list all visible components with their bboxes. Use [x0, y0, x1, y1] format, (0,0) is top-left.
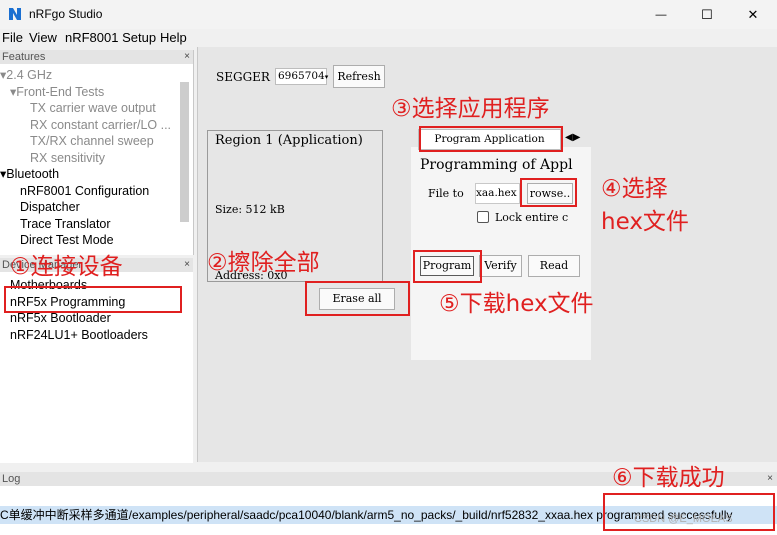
lock-entire-label: Lock entire c [495, 211, 569, 224]
refresh-button[interactable]: Refresh [333, 65, 385, 88]
device-manager-close-icon[interactable]: × [184, 258, 190, 272]
window-title: nRFgo Studio [29, 7, 103, 21]
highlight-nrf5x-programming [4, 286, 182, 313]
menu-bar: File View nRF8001 Setup Help [0, 29, 777, 47]
minimize-icon: — [655, 8, 667, 21]
segger-serial-value: 6965704 [278, 70, 325, 82]
tab-scroll-arrows-icon[interactable]: ◀▶ [565, 132, 580, 143]
features-scrollbar[interactable] [180, 82, 189, 222]
dropdown-arrow-icon: ▾ [324, 74, 329, 81]
highlight-program-application-tab [419, 126, 563, 152]
close-button[interactable]: ✕ [730, 0, 776, 29]
annotation-select-hex-line2: hex文件 [601, 209, 689, 235]
log-title: Log [2, 473, 21, 485]
file-path-input[interactable]: xaa.hex [475, 183, 520, 204]
segger-select[interactable]: 6965704▾ [275, 68, 329, 85]
features-title: Features [2, 51, 46, 63]
segger-label: SEGGER [216, 70, 270, 84]
annotation-erase-all: ②擦除全部 [207, 250, 320, 276]
highlight-log-success [603, 493, 775, 531]
annotation-download-success: ⑥下载成功 [612, 465, 725, 491]
tree-item-trace-translator[interactable]: Trace Translator [0, 216, 193, 233]
verify-button[interactable]: Verify [479, 255, 522, 277]
tree-item-rx-constant-carrier[interactable]: RX constant carrier/LO ... [0, 117, 193, 134]
tree-item-tx-carrier[interactable]: TX carrier wave output [0, 100, 193, 117]
highlight-program [413, 250, 482, 283]
device-item-nrf24lu1-bootloaders[interactable]: nRF24LU1+ Bootloaders [10, 327, 193, 344]
maximize-button[interactable]: ☐ [684, 0, 730, 29]
read-button[interactable]: Read [528, 255, 580, 277]
menu-view[interactable]: View [29, 30, 57, 45]
tree-item-rx-sensitivity[interactable]: RX sensitivity [0, 150, 193, 167]
region-title: Region 1 (Application) [215, 133, 363, 148]
tree-item-bluetooth[interactable]: ▾Bluetooth [0, 166, 193, 183]
annotation-select-hex-line1: ④选择 [601, 176, 668, 202]
tree-item-dispatcher[interactable]: Dispatcher [0, 199, 193, 216]
features-close-icon[interactable]: × [184, 50, 190, 64]
lock-entire-checkbox[interactable] [477, 211, 489, 223]
programming-title: Programming of Appl [420, 157, 573, 173]
region-size: Size: 512 kB [215, 203, 285, 216]
tree-item-front-end-tests[interactable]: ▾Front-End Tests [0, 84, 193, 101]
tree-item-channel-sweep[interactable]: TX/RX channel sweep [0, 133, 193, 150]
close-icon: ✕ [747, 6, 759, 22]
title-bar: nRFgo Studio — ☐ ✕ [0, 0, 777, 29]
annotation-download-hex: ⑤下载hex文件 [439, 291, 594, 317]
file-to-label: File to [428, 187, 464, 200]
tree-item-2-4ghz[interactable]: ▾2.4 GHz [0, 67, 193, 84]
menu-help[interactable]: Help [160, 30, 187, 45]
annotation-connect-device: ①连接设备 [10, 254, 123, 280]
features-panel: Features × ▾2.4 GHz ▾Front-End Tests TX … [0, 50, 194, 255]
highlight-erase-all [305, 281, 410, 316]
annotation-select-application: ③选择应用程序 [391, 96, 550, 122]
features-header: Features × [0, 50, 193, 64]
log-close-icon[interactable]: × [767, 472, 773, 486]
menu-file[interactable]: File [2, 30, 23, 45]
highlight-browse [520, 178, 577, 207]
nrfgo-app-icon [9, 8, 21, 20]
menu-nrf8001-setup[interactable]: nRF8001 Setup [65, 30, 156, 45]
maximize-icon: ☐ [701, 6, 713, 22]
minimize-button[interactable]: — [638, 0, 684, 29]
tree-item-nrf8001-config[interactable]: nRF8001 Configuration [0, 183, 193, 200]
